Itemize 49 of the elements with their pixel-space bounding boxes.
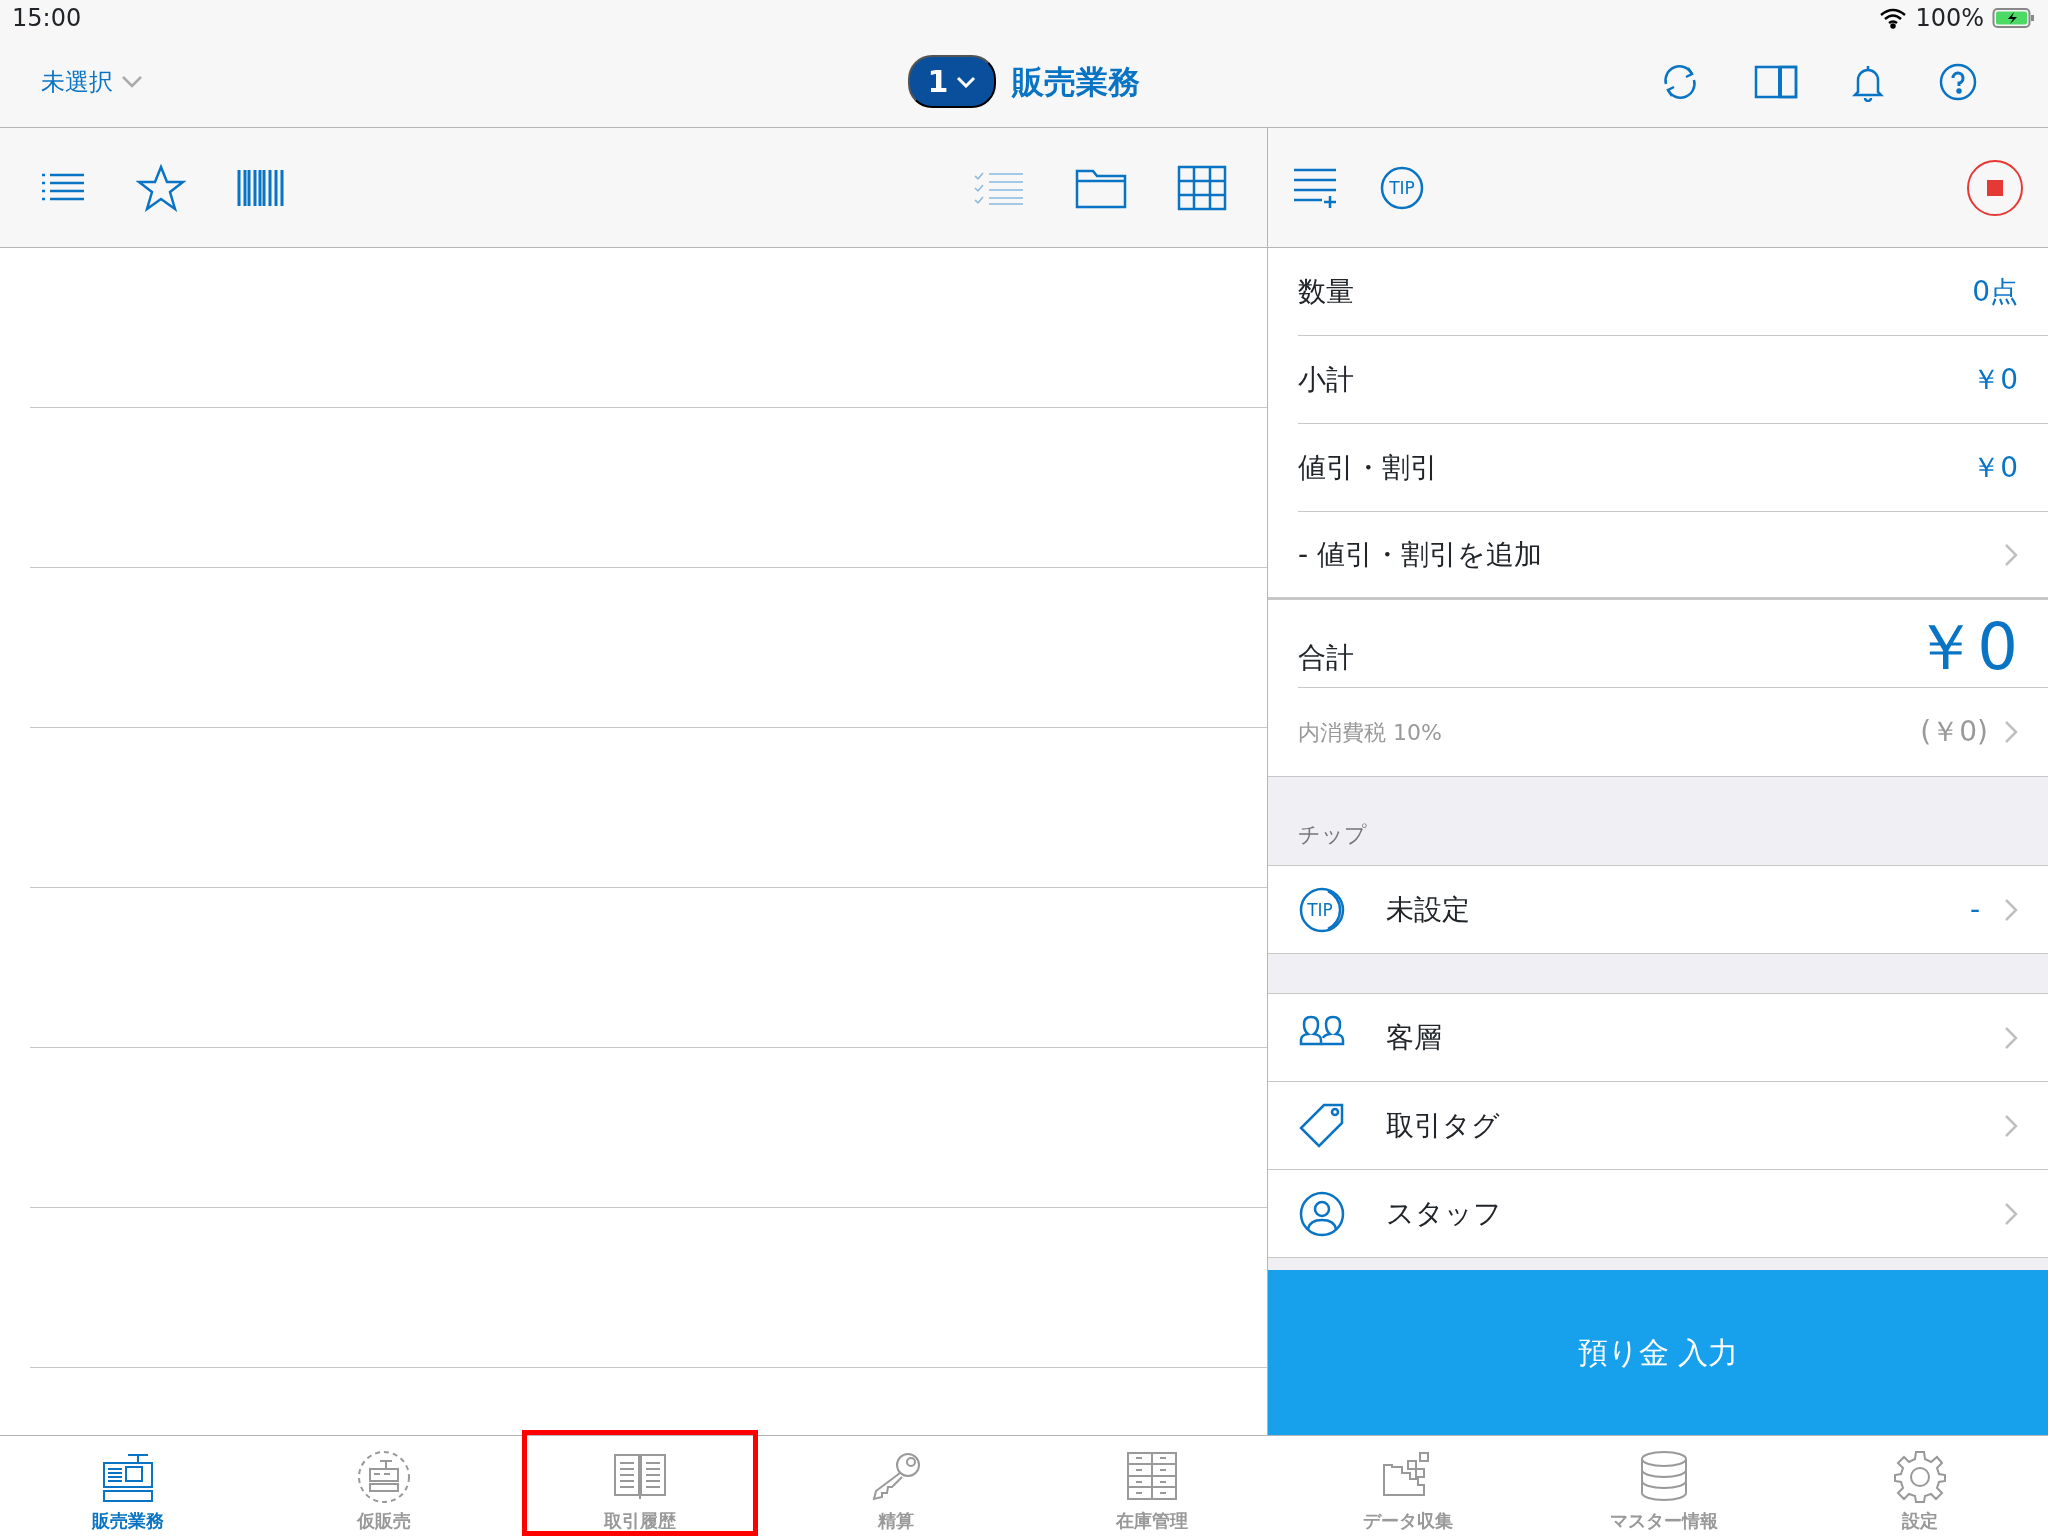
chevron-down-icon (121, 74, 143, 89)
tag-icon (1298, 1101, 1346, 1150)
tab-bar-item[interactable]: マスター情報 (1536, 1436, 1792, 1536)
row-label: - 値引・割引を追加 (1298, 536, 1542, 573)
section-heading: チップ (1298, 821, 1367, 849)
star-icon[interactable] (136, 163, 186, 212)
tab-bar-item[interactable]: 精算 (768, 1436, 1024, 1536)
store-selector[interactable]: 未選択 (40, 62, 144, 101)
total-amount: ￥0 (1913, 615, 2018, 679)
add-discount-row[interactable]: - 値引・割引を追加 (1268, 512, 2048, 600)
help-icon[interactable] (1938, 61, 1978, 102)
summary-label: 数量 (1298, 273, 1354, 310)
tip-value: - (1969, 891, 1980, 928)
wifi-icon (1879, 7, 1908, 29)
dashed-register-icon (356, 1449, 412, 1503)
tip-icon: TIP (1298, 885, 1346, 934)
register-selector[interactable]: 1 (907, 55, 997, 108)
chevron-right-icon (2004, 542, 2018, 567)
summary-value: ￥0 (1972, 449, 2018, 486)
summary-value: ￥0 (1972, 361, 2018, 398)
cabinet-icon (1124, 1449, 1180, 1503)
deposit-button[interactable]: 預り金 入力 (1268, 1270, 2048, 1435)
summary-label: 値引・割引 (1298, 449, 1438, 486)
summary-value: 0点 (1972, 273, 2018, 310)
tab-bar-item[interactable]: データ収集 (1280, 1436, 1536, 1536)
tab-bar-item[interactable]: 在庫管理 (1024, 1436, 1280, 1536)
tab-bar-item[interactable]: 仮販売 (256, 1436, 512, 1536)
chevron-right-icon (2004, 1025, 2018, 1050)
summary-label: 小計 (1298, 361, 1354, 398)
status-time: 15:00 (12, 3, 82, 34)
split-view-icon[interactable] (1754, 64, 1798, 99)
tab-bar-item[interactable]: 販売業務 (0, 1436, 256, 1536)
summary-label: 合計 (1298, 640, 1354, 676)
chevron-down-icon (956, 75, 977, 88)
tax-amount: (￥0) (1920, 714, 1988, 750)
settings-icon (1892, 1449, 1948, 1503)
tab-bar-item[interactable]: 取引履歴 (512, 1436, 768, 1536)
stop-button-icon[interactable] (1966, 158, 2024, 217)
chevron-right-icon (2004, 897, 2018, 922)
battery-percent: 100% (1915, 3, 1984, 34)
chevron-right-icon (2004, 1201, 2018, 1226)
summary-label: 内消費税 10% (1298, 718, 1442, 747)
barcode-icon[interactable] (236, 167, 286, 208)
person-icon (1298, 1189, 1346, 1238)
tab-bar-item[interactable]: 設定 (1792, 1436, 2048, 1536)
chevron-right-icon (2004, 1113, 2018, 1138)
battery-icon (1992, 7, 2036, 29)
page-title: 販売業務 (1012, 61, 1141, 103)
grid-icon[interactable] (1177, 164, 1227, 211)
